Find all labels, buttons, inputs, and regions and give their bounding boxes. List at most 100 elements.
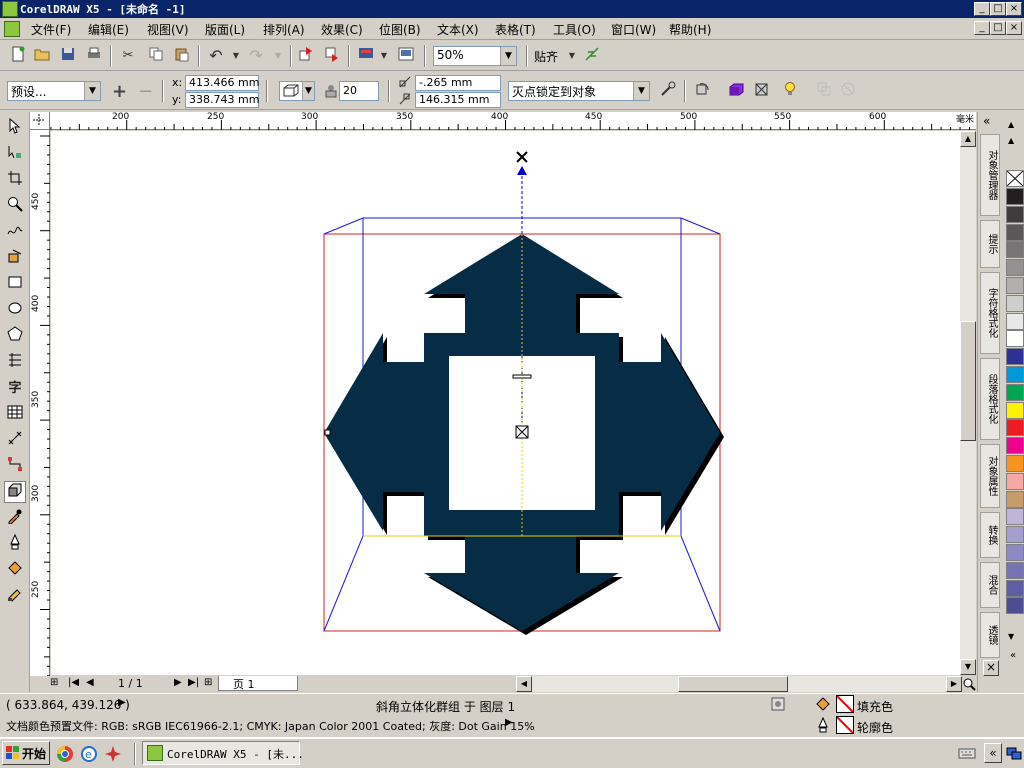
color-swatch[interactable]	[1006, 561, 1024, 579]
color-swatch[interactable]	[1006, 312, 1024, 330]
doc-restore-button[interactable]: □	[990, 21, 1006, 35]
color-swatch[interactable]	[1006, 526, 1024, 544]
add-page-after-icon[interactable]: ⊞	[204, 677, 212, 688]
preset-select[interactable]: 预设... ▼	[7, 81, 101, 101]
scroll-up-icon[interactable]: ▲	[960, 131, 976, 147]
drawing-canvas[interactable]	[51, 131, 960, 675]
vanishing-point-handle[interactable]	[516, 151, 528, 163]
depth-field[interactable]: 20	[339, 81, 379, 101]
keyboard-tray-icon[interactable]	[958, 745, 976, 764]
color-swatch[interactable]	[1006, 544, 1024, 561]
palette-flyout-icon[interactable]: «	[1010, 650, 1016, 661]
docker-tab-transformations[interactable]: 转换	[980, 512, 1000, 558]
color-swatch[interactable]	[1006, 455, 1024, 472]
doc-minimize-button[interactable]: _	[974, 21, 990, 35]
undo-icon[interactable]: ↶	[206, 46, 226, 66]
text-tool-icon[interactable]: 字	[4, 378, 26, 400]
last-page-icon[interactable]: ▶|	[188, 677, 199, 688]
menu-file[interactable]: 文件(F)	[31, 21, 71, 38]
color-swatch[interactable]	[1006, 579, 1024, 597]
coordinates-arrow-icon[interactable]: ▶	[118, 697, 126, 708]
minimize-button[interactable]: _	[974, 2, 990, 16]
menu-window[interactable]: 窗口(W)	[611, 21, 656, 38]
network-tray-icon[interactable]	[1006, 745, 1022, 764]
color-swatch[interactable]	[1006, 188, 1024, 205]
selection-node[interactable]	[324, 429, 331, 436]
menu-arrange[interactable]: 排列(A)	[263, 21, 305, 38]
vanishing-point-x-field[interactable]: -.265 mm	[415, 75, 501, 91]
freehand-tool-icon[interactable]	[4, 222, 26, 244]
outline-color-none-swatch[interactable]	[836, 716, 854, 734]
extrusion-center-handle[interactable]	[515, 425, 529, 439]
docker-tab-object-properties[interactable]: 对象属性	[980, 444, 1000, 508]
menu-layout[interactable]: 版面(L)	[205, 21, 245, 38]
vertical-scroll-thumb[interactable]	[960, 321, 976, 441]
color-swatch[interactable]	[1006, 294, 1024, 312]
smart-fill-tool-icon[interactable]	[4, 248, 26, 270]
color-profile-arrow-icon[interactable]: ▶	[505, 717, 513, 728]
open-folder-icon[interactable]	[32, 46, 52, 66]
menu-table[interactable]: 表格(T)	[495, 21, 536, 38]
docker-close-icon[interactable]: ×	[983, 660, 999, 676]
remove-preset-icon[interactable]: −	[138, 81, 153, 102]
palette-scroll-down-icon[interactable]: ▼	[1008, 632, 1014, 641]
menu-edit[interactable]: 编辑(E)	[88, 21, 129, 38]
application-launcher-icon[interactable]	[356, 46, 376, 66]
palette-scroll-up-icon[interactable]: ▲	[1008, 136, 1014, 145]
page-tab[interactable]: 页 1	[218, 676, 298, 691]
cut-icon[interactable]: ✂	[118, 46, 138, 66]
palette-scroll-up-icon[interactable]: ▲	[1008, 120, 1014, 129]
color-swatch[interactable]	[1006, 490, 1024, 508]
color-swatch[interactable]	[1006, 383, 1024, 401]
menu-help[interactable]: 帮助(H)	[669, 21, 711, 38]
chevron-down-icon[interactable]: ▼	[633, 82, 649, 100]
navigator-zoom-icon[interactable]	[962, 677, 976, 691]
y-position-field[interactable]: 338.743 mm	[185, 92, 259, 108]
menu-effects[interactable]: 效果(C)	[321, 21, 363, 38]
copy-extrude-properties-icon[interactable]	[814, 81, 834, 101]
vertical-ruler[interactable]: 450 400 350 300 250	[30, 130, 50, 676]
fill-tool-icon[interactable]	[4, 560, 26, 582]
welcome-screen-icon[interactable]	[396, 46, 416, 66]
eyedropper-tool-icon[interactable]	[4, 508, 26, 530]
color-swatch[interactable]	[1006, 419, 1024, 437]
fill-color-none-swatch[interactable]	[836, 695, 854, 713]
extruded-arrow-cross[interactable]	[51, 131, 960, 675]
save-icon[interactable]	[58, 46, 78, 66]
coreldraw-task-button[interactable]: CorelDRAW X5 - [未...	[142, 741, 304, 765]
interactive-fill-tool-icon[interactable]	[4, 586, 26, 608]
docker-tab-blend[interactable]: 混合	[980, 562, 1000, 608]
color-swatch[interactable]	[1006, 330, 1024, 348]
menu-view[interactable]: 视图(V)	[147, 21, 189, 38]
zoom-level-select[interactable]: 50% ▼	[433, 46, 517, 66]
docker-tab-character-formatting[interactable]: 字符格式化	[980, 272, 1000, 354]
close-button[interactable]: ×	[1006, 2, 1022, 16]
zoom-tool-icon[interactable]	[4, 196, 26, 218]
docker-expand-icon[interactable]: «	[983, 114, 990, 128]
vanishing-point-y-field[interactable]: 146.315 mm	[415, 92, 501, 108]
color-swatch[interactable]	[1006, 366, 1024, 383]
snap-to-label[interactable]: 贴齐	[534, 48, 558, 65]
docker-tab-object-manager[interactable]: 对象管理器	[980, 134, 1000, 216]
ie-quicklaunch-icon[interactable]: e	[80, 745, 98, 766]
menu-tools[interactable]: 工具(O)	[553, 21, 596, 38]
paste-icon[interactable]	[172, 46, 192, 66]
rectangle-tool-icon[interactable]	[4, 274, 26, 296]
next-page-icon[interactable]: ▶	[174, 677, 182, 688]
menu-bitmaps[interactable]: 位图(B)	[379, 21, 421, 38]
no-color-swatch[interactable]	[1006, 170, 1024, 187]
docker-tab-paragraph-formatting[interactable]: 段落格式化	[980, 358, 1000, 440]
maximize-button[interactable]: □	[990, 2, 1006, 16]
import-icon[interactable]	[296, 46, 316, 66]
ruler-origin[interactable]	[30, 112, 50, 130]
vertical-scrollbar[interactable]: ▲ ▼	[960, 131, 976, 675]
start-button[interactable]: 开始	[2, 741, 50, 765]
redo-dropdown-icon[interactable]: ▼	[268, 46, 288, 66]
snap-dropdown-icon[interactable]: ▼	[562, 46, 582, 66]
undo-dropdown-icon[interactable]: ▼	[226, 46, 246, 66]
vanishing-point-properties-icon[interactable]	[658, 81, 678, 101]
document-icon[interactable]	[4, 21, 20, 37]
export-icon[interactable]	[322, 46, 342, 66]
vanishing-point-lock-select[interactable]: 灭点锁定到对象 ▼	[508, 81, 650, 101]
scroll-left-icon[interactable]: ◀	[516, 676, 532, 692]
